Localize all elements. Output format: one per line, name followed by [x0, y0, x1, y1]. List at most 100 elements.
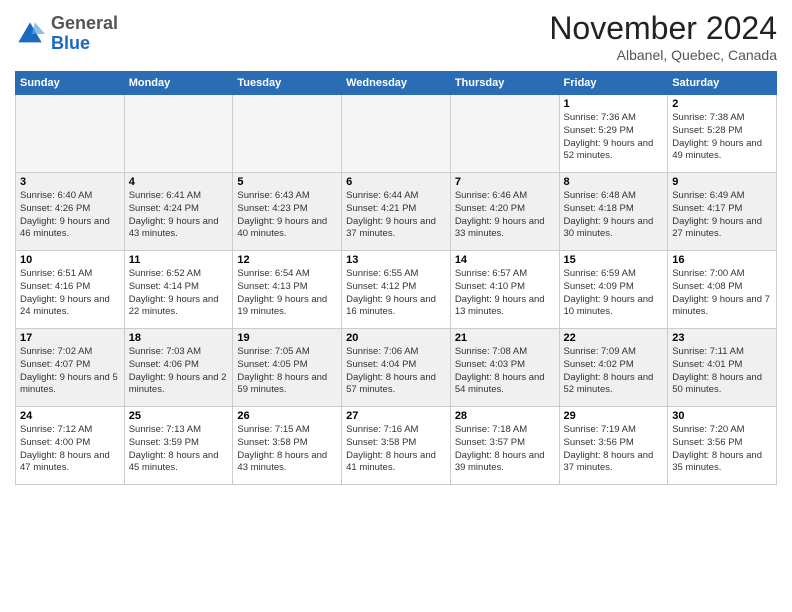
header-cell-sunday: Sunday — [16, 72, 125, 95]
calendar-cell: 2 Sunrise: 7:38 AM Sunset: 5:28 PM Daylig… — [668, 95, 777, 173]
day-number: 29 — [564, 410, 664, 422]
day-number: 5 — [237, 176, 337, 188]
calendar-cell — [233, 95, 342, 173]
header-cell-wednesday: Wednesday — [342, 72, 451, 95]
calendar-cell: 23 Sunrise: 7:11 AM Sunset: 4:01 PM Dayli… — [668, 329, 777, 407]
day-number: 30 — [672, 410, 772, 422]
day-info: Sunrise: 6:59 AM Sunset: 4:09 PM Dayligh… — [564, 268, 664, 319]
header-cell-monday: Monday — [124, 72, 233, 95]
day-number: 2 — [672, 98, 772, 110]
day-number: 18 — [129, 332, 229, 344]
calendar-week-3: 17 Sunrise: 7:02 AM Sunset: 4:07 PM Dayli… — [16, 329, 777, 407]
day-info: Sunrise: 7:02 AM Sunset: 4:07 PM Dayligh… — [20, 346, 120, 397]
day-info: Sunrise: 6:52 AM Sunset: 4:14 PM Dayligh… — [129, 268, 229, 319]
day-info: Sunrise: 6:40 AM Sunset: 4:26 PM Dayligh… — [20, 190, 120, 241]
calendar-cell: 10Sunrise: 6:51 AM Sunset: 4:16 PM Dayli… — [16, 251, 125, 329]
calendar-cell: 30Sunrise: 7:20 AM Sunset: 3:56 PM Dayli… — [668, 407, 777, 485]
day-number: 6 — [346, 176, 446, 188]
calendar-cell: 22 Sunrise: 7:09 AM Sunset: 4:02 PM Dayli… — [559, 329, 668, 407]
calendar-cell: 29 Sunrise: 7:19 AM Sunset: 3:56 PM Dayli… — [559, 407, 668, 485]
calendar-cell: 17 Sunrise: 7:02 AM Sunset: 4:07 PM Dayli… — [16, 329, 125, 407]
day-info: Sunrise: 7:38 AM Sunset: 5:28 PM Dayligh… — [672, 112, 772, 163]
day-number: 11 — [129, 254, 229, 266]
day-info: Sunrise: 7:05 AM Sunset: 4:05 PM Dayligh… — [237, 346, 337, 397]
day-number: 21 — [455, 332, 555, 344]
day-number: 9 — [672, 176, 772, 188]
page-container: General Blue November 2024 Albanel, Queb… — [0, 0, 792, 495]
logo-general: General — [51, 14, 118, 34]
day-number: 17 — [20, 332, 120, 344]
calendar-cell: 19 Sunrise: 7:05 AM Sunset: 4:05 PM Dayli… — [233, 329, 342, 407]
day-info: Sunrise: 6:49 AM Sunset: 4:17 PM Dayligh… — [672, 190, 772, 241]
day-number: 10 — [20, 254, 120, 266]
day-info: Sunrise: 6:44 AM Sunset: 4:21 PM Dayligh… — [346, 190, 446, 241]
day-info: Sunrise: 6:41 AM Sunset: 4:24 PM Dayligh… — [129, 190, 229, 241]
day-info: Sunrise: 6:54 AM Sunset: 4:13 PM Dayligh… — [237, 268, 337, 319]
header-cell-friday: Friday — [559, 72, 668, 95]
day-number: 22 — [564, 332, 664, 344]
day-info: Sunrise: 7:18 AM Sunset: 3:57 PM Dayligh… — [455, 424, 555, 475]
calendar-cell: 7Sunrise: 6:46 AM Sunset: 4:20 PM Daylig… — [450, 173, 559, 251]
calendar-cell: 18 Sunrise: 7:03 AM Sunset: 4:06 PM Dayli… — [124, 329, 233, 407]
month-title: November 2024 — [549, 10, 777, 47]
day-number: 20 — [346, 332, 446, 344]
calendar-cell — [124, 95, 233, 173]
calendar-week-4: 24 Sunrise: 7:12 AM Sunset: 4:00 PM Dayli… — [16, 407, 777, 485]
header-row: SundayMondayTuesdayWednesdayThursdayFrid… — [16, 72, 777, 95]
day-number: 25 — [129, 410, 229, 422]
day-number: 19 — [237, 332, 337, 344]
header-cell-thursday: Thursday — [450, 72, 559, 95]
day-number: 14 — [455, 254, 555, 266]
day-number: 28 — [455, 410, 555, 422]
day-info: Sunrise: 7:00 AM Sunset: 4:08 PM Dayligh… — [672, 268, 772, 319]
day-number: 23 — [672, 332, 772, 344]
day-info: Sunrise: 7:19 AM Sunset: 3:56 PM Dayligh… — [564, 424, 664, 475]
day-info: Sunrise: 7:12 AM Sunset: 4:00 PM Dayligh… — [20, 424, 120, 475]
calendar-week-1: 3 Sunrise: 6:40 AM Sunset: 4:26 PM Daylig… — [16, 173, 777, 251]
calendar-cell: 13 Sunrise: 6:55 AM Sunset: 4:12 PM Dayli… — [342, 251, 451, 329]
day-info: Sunrise: 7:09 AM Sunset: 4:02 PM Dayligh… — [564, 346, 664, 397]
header-cell-tuesday: Tuesday — [233, 72, 342, 95]
location: Albanel, Quebec, Canada — [549, 47, 777, 63]
title-section: November 2024 Albanel, Quebec, Canada — [549, 10, 777, 63]
calendar-week-2: 10Sunrise: 6:51 AM Sunset: 4:16 PM Dayli… — [16, 251, 777, 329]
day-info: Sunrise: 7:03 AM Sunset: 4:06 PM Dayligh… — [129, 346, 229, 397]
logo-text: General Blue — [51, 14, 118, 54]
day-info: Sunrise: 6:57 AM Sunset: 4:10 PM Dayligh… — [455, 268, 555, 319]
day-number: 13 — [346, 254, 446, 266]
calendar-cell: 16 Sunrise: 7:00 AM Sunset: 4:08 PM Dayli… — [668, 251, 777, 329]
day-info: Sunrise: 7:08 AM Sunset: 4:03 PM Dayligh… — [455, 346, 555, 397]
day-info: Sunrise: 6:55 AM Sunset: 4:12 PM Dayligh… — [346, 268, 446, 319]
calendar-cell: 15 Sunrise: 6:59 AM Sunset: 4:09 PM Dayli… — [559, 251, 668, 329]
calendar-cell — [450, 95, 559, 173]
day-info: Sunrise: 6:46 AM Sunset: 4:20 PM Dayligh… — [455, 190, 555, 241]
calendar-cell: 9 Sunrise: 6:49 AM Sunset: 4:17 PM Daylig… — [668, 173, 777, 251]
day-number: 4 — [129, 176, 229, 188]
calendar-cell: 20Sunrise: 7:06 AM Sunset: 4:04 PM Dayli… — [342, 329, 451, 407]
day-number: 26 — [237, 410, 337, 422]
calendar-header: SundayMondayTuesdayWednesdayThursdayFrid… — [16, 72, 777, 95]
day-info: Sunrise: 7:11 AM Sunset: 4:01 PM Dayligh… — [672, 346, 772, 397]
day-info: Sunrise: 7:13 AM Sunset: 3:59 PM Dayligh… — [129, 424, 229, 475]
logo-icon — [15, 19, 45, 49]
calendar-cell: 8Sunrise: 6:48 AM Sunset: 4:18 PM Daylig… — [559, 173, 668, 251]
day-info: Sunrise: 6:43 AM Sunset: 4:23 PM Dayligh… — [237, 190, 337, 241]
calendar-cell — [16, 95, 125, 173]
day-number: 12 — [237, 254, 337, 266]
calendar-cell: 14 Sunrise: 6:57 AM Sunset: 4:10 PM Dayli… — [450, 251, 559, 329]
calendar-cell: 26Sunrise: 7:15 AM Sunset: 3:58 PM Dayli… — [233, 407, 342, 485]
day-number: 3 — [20, 176, 120, 188]
day-number: 24 — [20, 410, 120, 422]
calendar-week-0: 1Sunrise: 7:36 AM Sunset: 5:29 PM Daylig… — [16, 95, 777, 173]
day-number: 1 — [564, 98, 664, 110]
calendar-cell: 11 Sunrise: 6:52 AM Sunset: 4:14 PM Dayli… — [124, 251, 233, 329]
calendar-cell: 28 Sunrise: 7:18 AM Sunset: 3:57 PM Dayli… — [450, 407, 559, 485]
header: General Blue November 2024 Albanel, Queb… — [15, 10, 777, 63]
calendar-cell: 21 Sunrise: 7:08 AM Sunset: 4:03 PM Dayli… — [450, 329, 559, 407]
day-number: 15 — [564, 254, 664, 266]
calendar-cell: 24 Sunrise: 7:12 AM Sunset: 4:00 PM Dayli… — [16, 407, 125, 485]
day-number: 16 — [672, 254, 772, 266]
header-cell-saturday: Saturday — [668, 72, 777, 95]
calendar-body: 1Sunrise: 7:36 AM Sunset: 5:29 PM Daylig… — [16, 95, 777, 485]
calendar-cell — [342, 95, 451, 173]
